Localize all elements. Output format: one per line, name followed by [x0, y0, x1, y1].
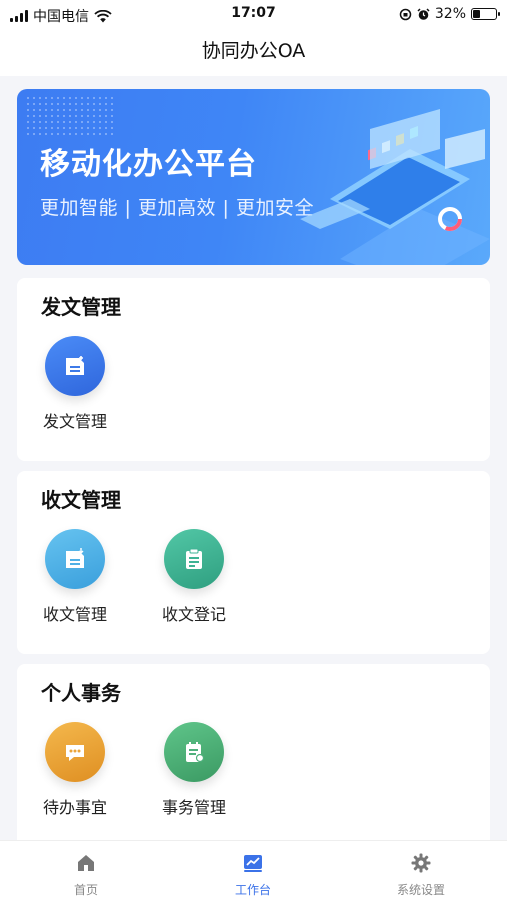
section-personal: 个人事务 待办事宜 事务管理 — [17, 664, 490, 854]
banner-illustration — [300, 109, 490, 265]
tab-home[interactable]: 首页 — [26, 851, 146, 898]
status-bar: 中国电信 17:07 32% — [0, 0, 507, 30]
chat-icon — [45, 722, 105, 782]
banner-subtitle: 更加智能 | 更加高效 | 更加安全 — [40, 197, 314, 219]
banner-title: 移动化办公平台 — [40, 147, 257, 182]
banner-dots-decoration — [25, 95, 115, 135]
tab-label: 首页 — [73, 883, 98, 897]
app-affairs-management[interactable]: 事务管理 — [144, 722, 244, 818]
section-title: 个人事务 — [41, 681, 121, 705]
inbox-document-icon — [45, 529, 105, 589]
document-icon — [45, 336, 105, 396]
banner[interactable]: 移动化办公平台 更加智能 | 更加高效 | 更加安全 — [17, 89, 490, 265]
app-label: 收文管理 — [42, 605, 107, 624]
battery-percent: 32% — [434, 6, 466, 22]
section-dispatch: 发文管理 发文管理 — [17, 278, 490, 461]
app-label: 收文登记 — [161, 605, 226, 624]
gear-icon — [361, 851, 481, 875]
battery-icon — [471, 8, 500, 20]
app-dispatch-management[interactable]: 发文管理 — [25, 336, 125, 432]
alarm-icon — [417, 7, 430, 20]
tab-settings[interactable]: 系统设置 — [361, 851, 481, 898]
app-receive-register[interactable]: 收文登记 — [144, 529, 244, 625]
app-todo[interactable]: 待办事宜 — [25, 722, 125, 818]
tab-workbench[interactable]: 工作台 — [193, 851, 313, 898]
app-label: 事务管理 — [161, 798, 226, 817]
notebook-icon — [164, 722, 224, 782]
tab-label: 系统设置 — [396, 883, 445, 897]
section-title: 收文管理 — [41, 488, 121, 512]
app-label: 发文管理 — [42, 412, 107, 431]
status-right: 32% — [399, 6, 500, 22]
clipboard-icon — [164, 529, 224, 589]
page-title: 协同办公OA — [201, 40, 306, 62]
app-receive-management[interactable]: 收文管理 — [25, 529, 125, 625]
tab-label: 工作台 — [234, 883, 271, 897]
tab-bar: 首页 工作台 系统设置 — [0, 840, 507, 900]
orientation-lock-icon — [399, 8, 412, 20]
home-icon — [26, 851, 146, 875]
section-title: 发文管理 — [41, 295, 121, 319]
nav-bar: 协同办公OA — [0, 30, 507, 76]
chart-icon — [193, 851, 313, 875]
section-receive: 收文管理 收文管理 收文登记 — [17, 471, 490, 654]
app-label: 待办事宜 — [42, 798, 107, 817]
